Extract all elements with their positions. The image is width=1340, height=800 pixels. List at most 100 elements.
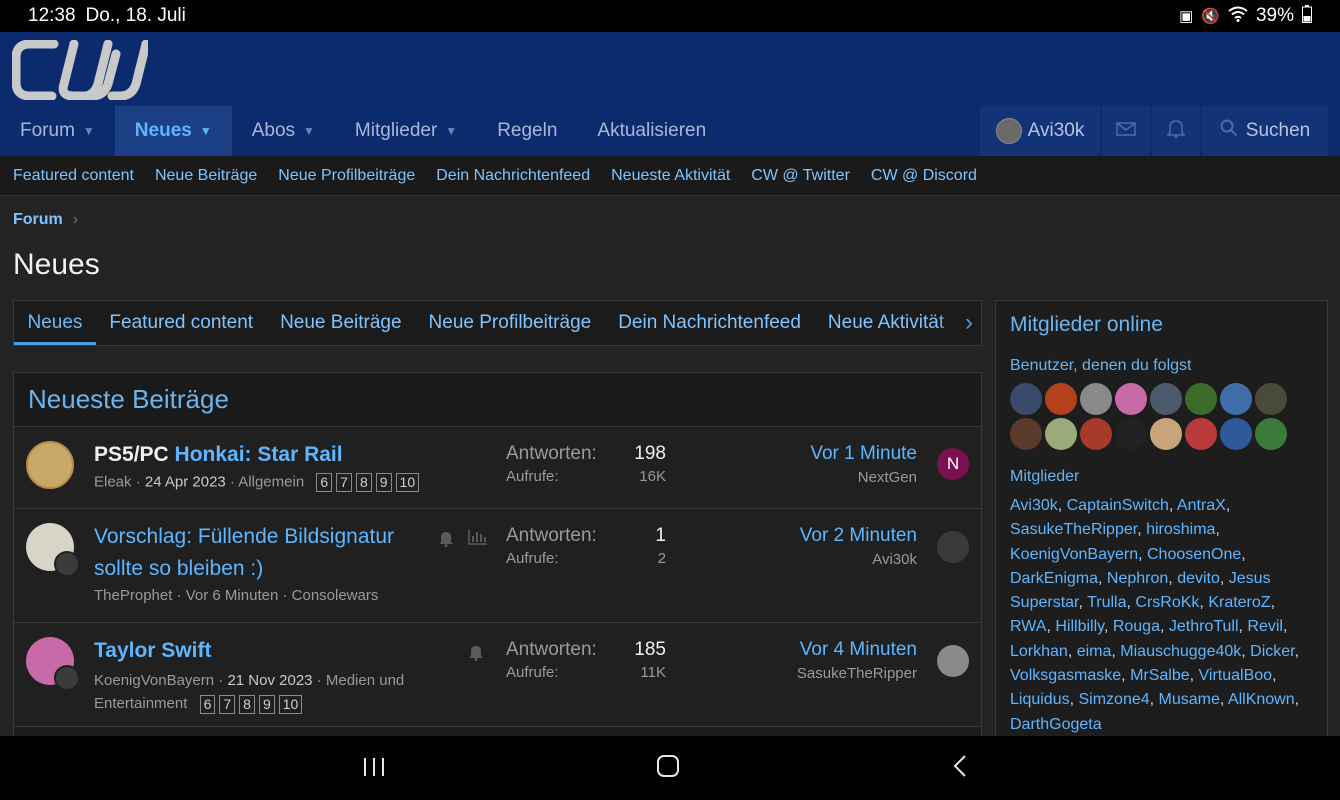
member-link[interactable]: Miauschugge40k xyxy=(1120,643,1241,660)
member-link[interactable]: CaptainSwitch xyxy=(1067,497,1169,514)
member-link[interactable]: RWA xyxy=(1010,618,1046,635)
page-link[interactable]: 10 xyxy=(278,694,303,714)
member-link[interactable]: Rouga xyxy=(1113,618,1160,635)
avatar[interactable]: N xyxy=(937,448,969,480)
member-link[interactable]: SasukeTheRipper xyxy=(1010,521,1137,538)
nav-abos[interactable]: Abos ▼ xyxy=(232,106,335,156)
thread-author[interactable]: TheProphet xyxy=(94,587,172,604)
nav-aktualisieren[interactable]: Aktualisieren xyxy=(577,106,726,156)
chevron-down-icon[interactable]: ▼ xyxy=(200,124,212,138)
thread-title-link[interactable]: Honkai: Star Rail xyxy=(175,443,343,466)
avatar[interactable] xyxy=(937,645,969,677)
nav-mitglieder[interactable]: Mitglieder ▼ xyxy=(335,106,477,156)
thread-forum[interactable]: Allgemein xyxy=(238,473,304,490)
tab-neues[interactable]: Neues xyxy=(14,301,96,345)
subnav-featured[interactable]: Featured content xyxy=(13,167,134,185)
avatar[interactable] xyxy=(1010,418,1042,450)
page-link[interactable]: 7 xyxy=(219,694,236,714)
avatar[interactable] xyxy=(54,551,80,577)
member-link[interactable]: Simzone4 xyxy=(1079,691,1150,708)
member-link[interactable]: Liquidus xyxy=(1010,691,1070,708)
thread-forum[interactable]: Medien und xyxy=(326,672,404,689)
subnav-news-feed[interactable]: Dein Nachrichtenfeed xyxy=(436,167,590,185)
latest-user[interactable]: Avi30k xyxy=(800,551,917,568)
avatar[interactable] xyxy=(1080,418,1112,450)
tab-new-activity[interactable]: Neue Aktivität xyxy=(814,301,957,345)
recent-apps-icon[interactable] xyxy=(362,754,386,785)
avatar[interactable] xyxy=(1010,383,1042,415)
home-icon[interactable] xyxy=(656,754,680,785)
subnav-discord[interactable]: CW @ Discord xyxy=(871,167,977,185)
page-link[interactable]: 9 xyxy=(258,694,275,714)
account-button[interactable]: Avi30k xyxy=(980,106,1100,156)
tab-news-feed[interactable]: Dein Nachrichtenfeed xyxy=(605,301,815,345)
avatar[interactable] xyxy=(1185,418,1217,450)
nav-forum[interactable]: Forum ▼ xyxy=(0,106,115,156)
member-link[interactable]: Dicker xyxy=(1250,643,1294,660)
tab-featured[interactable]: Featured content xyxy=(96,301,267,345)
breadcrumb-forum[interactable]: Forum xyxy=(13,211,63,228)
member-link[interactable]: eima xyxy=(1077,643,1112,660)
avatar[interactable] xyxy=(1255,418,1287,450)
subnav-latest-activity[interactable]: Neueste Aktivität xyxy=(611,167,730,185)
avatar[interactable] xyxy=(1115,418,1147,450)
page-link[interactable]: 8 xyxy=(355,473,372,492)
avatar[interactable] xyxy=(1080,383,1112,415)
member-link[interactable]: VirtualBoo xyxy=(1199,667,1273,684)
widget-title[interactable]: Mitglieder online xyxy=(1010,313,1313,337)
thread-author[interactable]: KoenigVonBayern xyxy=(94,672,214,689)
thread-title[interactable]: Taylor Swift xyxy=(94,635,211,667)
avatar[interactable] xyxy=(1045,383,1077,415)
member-link[interactable]: Trulla xyxy=(1087,594,1126,611)
avatar[interactable] xyxy=(1115,383,1147,415)
avatar[interactable] xyxy=(937,531,969,563)
page-link[interactable]: 9 xyxy=(375,473,392,492)
avatar[interactable] xyxy=(1220,418,1252,450)
tab-new-profile-posts[interactable]: Neue Profilbeiträge xyxy=(415,301,605,345)
subnav-new-posts[interactable]: Neue Beiträge xyxy=(155,167,257,185)
member-link[interactable]: AllKnown xyxy=(1228,691,1295,708)
thread-prefix[interactable]: PS5/PC xyxy=(94,443,169,466)
avatar[interactable] xyxy=(1220,383,1252,415)
thread-author[interactable]: Eleak xyxy=(94,473,132,490)
latest-user[interactable]: SasukeTheRipper xyxy=(797,665,917,682)
member-link[interactable]: CrsRoKk xyxy=(1135,594,1199,611)
member-link[interactable]: Musame xyxy=(1159,691,1220,708)
avatar[interactable] xyxy=(26,441,74,489)
member-link[interactable]: KoenigVonBayern xyxy=(1010,546,1138,563)
latest-time[interactable]: Vor 4 Minuten xyxy=(797,639,917,661)
latest-user[interactable]: NextGen xyxy=(810,469,917,486)
member-link[interactable]: MrSalbe xyxy=(1130,667,1190,684)
chevron-right-icon[interactable]: › xyxy=(939,301,981,345)
back-icon[interactable] xyxy=(952,754,968,785)
member-link[interactable]: Revil xyxy=(1247,618,1283,635)
site-logo[interactable] xyxy=(11,39,151,101)
nav-regeln[interactable]: Regeln xyxy=(477,106,577,156)
tab-new-posts[interactable]: Neue Beiträge xyxy=(267,301,415,345)
subnav-twitter[interactable]: CW @ Twitter xyxy=(751,167,850,185)
member-link[interactable]: Nephron xyxy=(1107,570,1168,587)
inbox-button[interactable] xyxy=(1102,106,1150,156)
thread-forum[interactable]: Consolewars xyxy=(292,587,379,604)
latest-time[interactable]: Vor 1 Minute xyxy=(810,443,917,465)
subnav-new-profile-posts[interactable]: Neue Profilbeiträge xyxy=(278,167,415,185)
member-link[interactable]: JethroTull xyxy=(1169,618,1239,635)
member-link[interactable]: ChoosenOne xyxy=(1147,546,1241,563)
member-link[interactable]: Volksgasmaske xyxy=(1010,667,1121,684)
latest-time[interactable]: Vor 2 Minuten xyxy=(800,525,917,547)
thread-title-link[interactable]: Taylor Swift xyxy=(94,639,211,662)
page-link[interactable]: 8 xyxy=(239,694,255,714)
page-link[interactable]: 7 xyxy=(336,473,352,492)
thread-title-link[interactable]: Vorschlag: Füllende Bildsignatur xyxy=(94,525,394,548)
member-link[interactable]: DarkEnigma xyxy=(1010,570,1098,587)
avatar[interactable] xyxy=(1185,383,1217,415)
thread-title[interactable]: PS5/PC Honkai: Star Rail xyxy=(94,439,343,471)
member-link[interactable]: devito xyxy=(1177,570,1220,587)
search-button[interactable]: Suchen xyxy=(1202,106,1328,156)
avatar[interactable] xyxy=(1150,418,1182,450)
page-link[interactable]: 10 xyxy=(395,473,420,492)
chevron-down-icon[interactable]: ▼ xyxy=(303,124,315,138)
alerts-button[interactable] xyxy=(1152,106,1200,156)
avatar[interactable] xyxy=(1255,383,1287,415)
avatar[interactable] xyxy=(1045,418,1077,450)
